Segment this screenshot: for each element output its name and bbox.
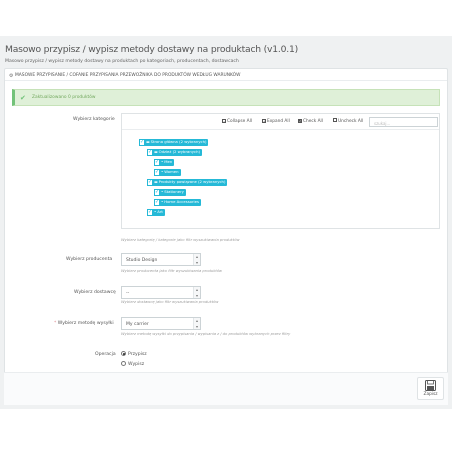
checkbox-icon[interactable]: ✓ [147,209,153,216]
bullet-icon: • [161,189,164,194]
category-help: Wybierz kategorię / kategorie jako filtr… [121,238,240,242]
tree-node-label: Women [164,169,179,174]
radio-assign-label: Przypisz [128,352,147,358]
collapse-all-label: Collapse All [227,119,252,124]
checkbox-icon[interactable]: ✓ [147,179,153,186]
radio-checked-icon [121,351,126,356]
supplier-value: -- [126,290,130,296]
manufacturer-select[interactable]: Studio Design ▴ ▾ [121,253,201,266]
alert-text: Zaktualizowano 0 produktów [32,95,96,100]
expand-all-label: Expand All [267,119,290,124]
save-label: Zapisz [423,392,438,397]
collapse-all-button[interactable]: −Collapse All [222,118,252,126]
tree-node-label: Stationery [164,189,184,194]
tree-node[interactable]: ✓ ▬Produkty powiązane (2 wybranych) [147,179,228,186]
tree-node-label: Home Accessories [164,199,199,204]
bullet-icon: • [161,199,164,204]
folder-open-icon: ▬ [154,149,158,154]
required-mark: * [54,321,57,326]
chevron-updown-icon: ▴ ▾ [193,287,200,298]
carrier-label: * Wybierz metodę wysyłki [54,321,114,326]
save-button[interactable]: Zapisz [417,377,444,400]
carrier-label-text: Wybierz metodę wysyłki [57,321,114,326]
checkbox-icon[interactable]: ✓ [154,159,160,166]
unchecked-box-icon [333,118,337,123]
tree-node-label: Men [164,159,173,164]
check-all-button[interactable]: ✓Check All [298,118,323,126]
manufacturer-value: Studio Design [126,257,158,263]
checkbox-icon[interactable]: ✓ [154,169,160,176]
manufacturer-help: Wybierz producenta jako filtr wyszukiwan… [121,269,223,273]
radio-unassign[interactable]: Wypisz [121,361,144,367]
supplier-label: Wybierz dostawcę [74,290,116,295]
panel-heading: ⚙ Masowe przypisanie / Cofanie przypisani… [5,69,447,81]
tree-node[interactable]: ✓ ▬Strona główna (2 wybranych) [139,139,209,146]
tree-node-label: Odzież (2 wybranych) [158,149,200,154]
category-tree: −Collapse All +Expand All ✓Check All Unc… [121,113,440,229]
tree-node[interactable]: ✓ •Men [154,159,175,166]
tree-node[interactable]: ✓ •Art [147,209,165,216]
category-label: Wybierz kategorie [73,117,115,122]
tree-node[interactable]: ✓ ▬Odzież (2 wybranych) [147,149,202,156]
manufacturer-label: Wybierz producenta [66,257,113,262]
check-all-label: Check All [303,119,323,124]
collapse-icon: − [222,119,226,124]
supplier-help: Wybierz dostawcę jako filtr wyszukiwania… [121,300,219,304]
bullet-icon: • [154,209,157,214]
radio-unchecked-icon [121,361,126,366]
expand-icon: + [262,119,266,124]
tree-node-label: Art [157,209,163,214]
checkbox-icon[interactable]: ✓ [139,139,145,146]
bullet-icon: • [161,169,164,174]
page-subtitle: Masowo przypisz / wypisz metody dostawy … [5,59,239,64]
panel-footer [4,372,448,405]
tree-search-input[interactable]: szukaj... [369,117,438,127]
carrier-help: Wybierz metodę wysyłki do przypisania / … [121,332,291,336]
checkbox-icon[interactable]: ✓ [154,199,160,206]
success-alert: ✔ Zaktualizowano 0 produktów [12,89,440,106]
panel-heading-text: Masowe przypisanie / Cofanie przypisania… [15,73,241,78]
chevron-updown-icon: ▴ ▾ [193,254,200,265]
carrier-value: My carrier [126,321,149,327]
floppy-disk-icon [425,380,436,391]
uncheck-all-label: Uncheck All [338,119,364,124]
radio-assign[interactable]: Przypisz [121,351,147,357]
page-title: Masowo przypisz / wypisz metody dostawy … [5,44,299,55]
tree-node-label: Strona główna (2 wybranych) [150,139,207,144]
checked-box-icon: ✓ [298,119,302,124]
chevron-updown-icon: ▴ ▾ [193,318,200,329]
folder-open-icon: ▬ [146,139,150,144]
tree-toolbar: −Collapse All +Expand All ✓Check All Unc… [122,114,439,130]
tree-node[interactable]: ✓ •Stationery [154,189,186,196]
carrier-select[interactable]: My carrier ▴ ▾ [121,317,201,330]
folder-open-icon: ▬ [154,179,158,184]
expand-all-button[interactable]: +Expand All [262,118,290,126]
tree-node-label: Produkty powiązane (2 wybranych) [158,179,226,184]
check-icon: ✔ [20,93,26,102]
cog-icon: ⚙ [9,72,14,79]
checkbox-icon[interactable]: ✓ [147,149,153,156]
tree-node[interactable]: ✓ •Women [154,169,181,176]
bullet-icon: • [161,159,164,164]
uncheck-all-button[interactable]: Uncheck All [333,118,363,126]
checkbox-icon[interactable]: ✓ [154,189,160,196]
radio-unassign-label: Wypisz [128,362,145,368]
supplier-select[interactable]: -- ▴ ▾ [121,286,201,299]
tree-node[interactable]: ✓ •Home Accessories [154,199,201,206]
operation-label: Operacja [95,352,116,357]
